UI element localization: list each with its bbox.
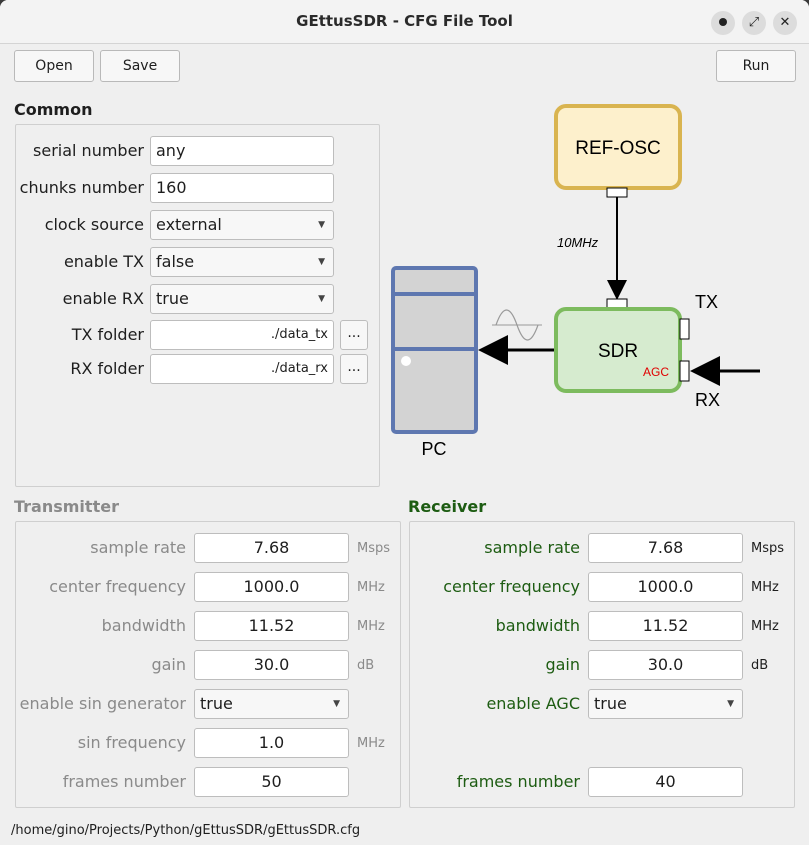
sdr-label: SDR	[598, 341, 638, 362]
rx-center-frequency-input[interactable]: 1000.0	[588, 572, 743, 602]
tx-sample-rate-input[interactable]: 7.68	[194, 533, 349, 563]
enable-rx-label: enable RX	[62, 289, 144, 308]
clock-source-select[interactable]: external ▼	[150, 210, 334, 240]
tx-bandwidth-input[interactable]: 11.52	[194, 611, 349, 641]
ref-osc-port	[606, 187, 628, 198]
enable-tx-select[interactable]: false ▼	[150, 247, 334, 277]
chunks-number-label: chunks number	[19, 178, 144, 197]
tx-bandwidth-unit: MHz	[357, 619, 385, 634]
enable-tx-value: false	[156, 252, 195, 271]
chevron-down-icon: ▼	[318, 220, 325, 230]
config-file-path: /home/gino/Projects/Python/gEttusSDR/gEt…	[11, 823, 361, 838]
tx-sample-rate-unit: Msps	[357, 541, 391, 556]
save-button[interactable]: Save	[100, 50, 180, 82]
tx-folder-input[interactable]: ./data_tx	[150, 320, 334, 350]
tx-center-frequency-label: center frequency	[49, 577, 186, 596]
maximize-icon: ⤢	[748, 15, 760, 30]
tx-folder-label: TX folder	[71, 325, 144, 344]
tx-gain-unit: dB	[357, 658, 375, 673]
clock-freq-label: 10MHz	[557, 235, 599, 250]
rx-agc-label: enable AGC	[486, 694, 580, 713]
tx-center-frequency-unit: MHz	[357, 580, 385, 595]
system-diagram: REF-OSC 10MHz SDR AGC TX RX PC	[391, 104, 760, 459]
tx-sin-generator-value: true	[200, 694, 233, 713]
rx-frames-number-label: frames number	[456, 772, 580, 791]
rx-gain-unit: dB	[751, 658, 769, 673]
tx-bandwidth-label: bandwidth	[101, 616, 186, 635]
rx-bandwidth-label: bandwidth	[495, 616, 580, 635]
title-bar: GEttusSDR - CFG File Tool ⤢ ✕	[0, 0, 809, 44]
rx-bandwidth-input[interactable]: 11.52	[588, 611, 743, 641]
chevron-down-icon: ▼	[318, 294, 325, 304]
tx-frames-number-label: frames number	[62, 772, 186, 791]
ref-osc-label: REF-OSC	[575, 138, 661, 159]
tx-frames-number-input[interactable]: 50	[194, 767, 349, 797]
rx-folder-label: RX folder	[70, 359, 144, 378]
enable-rx-select[interactable]: true ▼	[150, 284, 334, 314]
close-button[interactable]: ✕	[773, 11, 797, 35]
rx-center-frequency-label: center frequency	[443, 577, 580, 596]
rx-sample-rate-unit: Msps	[751, 541, 785, 556]
pc-label: PC	[421, 439, 446, 459]
tx-sin-frequency-unit: MHz	[357, 736, 385, 751]
tx-sin-frequency-label: sin frequency	[77, 733, 186, 752]
tx-sample-rate-label: sample rate	[90, 538, 186, 557]
rx-folder-input[interactable]: ./data_rx	[150, 354, 334, 384]
minimize-icon	[719, 17, 727, 26]
chevron-down-icon: ▼	[318, 257, 325, 267]
rx-port-label: RX	[695, 390, 720, 410]
app-window: GEttusSDR - CFG File Tool ⤢ ✕ Open Save …	[0, 0, 809, 845]
tx-sin-frequency-input[interactable]: 1.0	[194, 728, 349, 758]
serial-number-label: serial number	[33, 141, 144, 160]
run-button[interactable]: Run	[716, 50, 796, 82]
rx-sample-rate-input[interactable]: 7.68	[588, 533, 743, 563]
chunks-number-input[interactable]: 160	[150, 173, 334, 203]
agc-label: AGC	[643, 365, 669, 379]
tx-center-frequency-input[interactable]: 1000.0	[194, 572, 349, 602]
enable-tx-label: enable TX	[63, 252, 144, 271]
open-button[interactable]: Open	[14, 50, 94, 82]
rx-agc-value: true	[594, 694, 627, 713]
rx-bandwidth-unit: MHz	[751, 619, 779, 634]
rx-folder-browse-button[interactable]: ...	[340, 354, 368, 384]
tx-port-label: TX	[695, 292, 718, 312]
chevron-down-icon: ▼	[333, 699, 340, 709]
common-section-title: Common	[14, 100, 93, 119]
pc-power-icon	[401, 356, 411, 366]
receiver-section-title: Receiver	[408, 497, 487, 516]
rx-gain-input[interactable]: 30.0	[588, 650, 743, 680]
clock-source-label: clock source	[44, 215, 144, 234]
clock-source-value: external	[156, 215, 222, 234]
status-bar: /home/gino/Projects/Python/gEttusSDR/gEt…	[0, 818, 809, 845]
tx-folder-browse-button[interactable]: ...	[340, 320, 368, 350]
maximize-button[interactable]: ⤢	[742, 11, 766, 35]
close-icon: ✕	[779, 15, 791, 30]
rx-center-frequency-unit: MHz	[751, 580, 779, 595]
tx-gain-input[interactable]: 30.0	[194, 650, 349, 680]
tx-sin-generator-select[interactable]: true ▼	[194, 689, 349, 719]
rx-agc-select[interactable]: true ▼	[588, 689, 743, 719]
serial-number-input[interactable]: any	[150, 136, 334, 166]
tx-sin-generator-label: enable sin generator	[19, 694, 186, 713]
window-title: GEttusSDR - CFG File Tool	[296, 12, 513, 30]
sdr-rx-port	[679, 360, 690, 382]
rx-sample-rate-label: sample rate	[484, 538, 580, 557]
enable-rx-value: true	[156, 289, 189, 308]
tx-gain-label: gain	[151, 655, 186, 674]
sdr-tx-port	[679, 318, 690, 340]
transmitter-section-title: Transmitter	[14, 497, 119, 516]
sdr-clock-port	[606, 298, 628, 309]
rx-gain-label: gain	[545, 655, 580, 674]
rx-frames-number-input[interactable]: 40	[588, 767, 743, 797]
chevron-down-icon: ▼	[727, 699, 734, 709]
minimize-button[interactable]	[711, 11, 735, 35]
